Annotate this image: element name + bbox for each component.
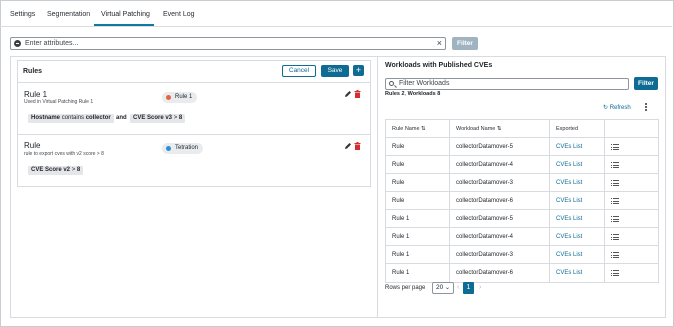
filter-button[interactable]: Filter: [452, 37, 478, 50]
workload-search-input[interactable]: Filter Workloads: [385, 78, 629, 90]
rule-name-cell: Rule: [392, 198, 405, 204]
list-icon[interactable]: [611, 270, 619, 276]
workloads-title: Workloads with Published CVEs: [385, 62, 493, 69]
search-icon: [389, 81, 394, 86]
tab-segmentation[interactable]: Segmentation: [47, 11, 90, 18]
clear-icon[interactable]: ×: [437, 38, 442, 49]
table-row: Rule collectorDatamover-3 CVEs List: [386, 174, 658, 192]
delete-icon[interactable]: [354, 90, 361, 98]
table-row: Rule 1 collectorDatamover-4 CVEs List: [386, 228, 658, 246]
tag-dot-icon: [166, 95, 171, 100]
rule-description: rule to export cves with v2 score > 8: [24, 151, 104, 157]
chevron-down-icon: ⌄: [444, 285, 450, 291]
tag-dot-icon: [166, 146, 171, 151]
tab-virtual-patching[interactable]: Virtual Patching: [101, 11, 150, 18]
condition-chip: CVE Score v3 > 8: [130, 114, 186, 123]
workload-name-cell: collectorDatamover-3: [456, 180, 514, 186]
tab-settings[interactable]: Settings: [10, 11, 35, 18]
table-row: Rule 1 collectorDatamover-3 CVEs List: [386, 246, 658, 264]
tab-bar: Settings Segmentation Virtual Patching E…: [0, 0, 672, 27]
workload-name-cell: collectorDatamover-4: [456, 162, 514, 168]
rule-name-cell: Rule: [392, 162, 405, 168]
column-header-workload-name[interactable]: Workload Name ⇅: [456, 120, 501, 137]
workload-search-placeholder: Filter Workloads: [399, 80, 450, 87]
rule-tag: Rule 1: [162, 92, 198, 103]
rule-description: Used in Virtual Patching Rule 1: [24, 99, 94, 105]
rows-per-page-label: Rows per page: [385, 285, 426, 291]
rules-card-header: [18, 61, 370, 83]
rules-title: Rules: [23, 68, 43, 75]
column-header-rule-name[interactable]: Rule Name ⇅: [392, 120, 426, 137]
more-options-icon[interactable]: [645, 103, 647, 111]
sort-icon: ⇅: [496, 126, 502, 132]
attribute-filter-placeholder: Enter attributes...: [25, 40, 79, 47]
workload-name-cell: collectorDatamover-6: [456, 270, 514, 276]
workload-name-cell: collectorDatamover-5: [456, 144, 514, 150]
condition-chip: Hostname contains collector: [28, 114, 114, 123]
table-row: Rule collectorDatamover-4 CVEs List: [386, 156, 658, 174]
workload-name-cell: collectorDatamover-4: [456, 234, 514, 240]
rule-name: Rule 1: [24, 90, 48, 99]
rule-name-cell: Rule 1: [392, 216, 410, 222]
table-row: Rule 1 collectorDatamover-6 CVEs List: [386, 264, 658, 282]
previous-page-icon[interactable]: ‹: [457, 284, 459, 291]
cves-list-link[interactable]: CVEs List: [556, 138, 582, 155]
workload-name-cell: collectorDatamover-3: [456, 252, 514, 258]
rule-tag-label: Tetration: [175, 145, 199, 151]
cves-list-link[interactable]: CVEs List: [556, 264, 582, 282]
edit-icon[interactable]: [344, 90, 352, 98]
rule-tag: Tetration: [162, 143, 204, 154]
table-row: Rule collectorDatamover-5 CVEs List: [386, 138, 658, 156]
page-1-button[interactable]: 1: [463, 282, 474, 294]
table-row: Rule 1 collectorDatamover-5 CVEs List: [386, 210, 658, 228]
next-page-icon[interactable]: ›: [479, 284, 481, 291]
list-icon[interactable]: [611, 198, 619, 204]
refresh-icon: ↻: [603, 105, 609, 111]
save-button[interactable]: Save: [321, 65, 349, 77]
cves-list-link[interactable]: CVEs List: [556, 156, 582, 173]
cancel-button[interactable]: Cancel: [282, 65, 316, 77]
cves-list-link[interactable]: CVEs List: [556, 174, 582, 191]
rows-per-page-select[interactable]: 20 ⌄: [432, 282, 454, 294]
workload-filter-button[interactable]: Filter: [634, 77, 658, 90]
list-icon[interactable]: [611, 162, 619, 168]
cves-list-link[interactable]: CVEs List: [556, 210, 582, 227]
rule-name-cell: Rule 1: [392, 270, 410, 276]
list-icon[interactable]: [611, 234, 619, 240]
workloads-table: Rule Name ⇅ Workload Name ⇅ Exported Rul…: [385, 119, 659, 283]
edit-icon[interactable]: [344, 142, 352, 150]
filter-icon: [14, 40, 21, 47]
active-tab-indicator: [94, 24, 154, 26]
rule-name-cell: Rule: [392, 144, 405, 150]
rule-divider: [18, 134, 370, 135]
sort-icon: ⇅: [421, 126, 426, 132]
rule-name: Rule: [24, 141, 41, 150]
list-icon[interactable]: [611, 252, 619, 258]
workload-name-cell: collectorDatamover-6: [456, 198, 514, 204]
rule-name-cell: Rule 1: [392, 252, 410, 258]
tab-event-log[interactable]: Event Log: [163, 11, 195, 18]
column-header-exported: Exported: [556, 126, 579, 132]
attribute-filter-input[interactable]: Enter attributes... ×: [10, 37, 446, 50]
table-row: Rule collectorDatamover-6 CVEs List: [386, 192, 658, 210]
cves-list-link[interactable]: CVEs List: [556, 192, 582, 209]
condition-chip: CVE Score v2 > 8: [28, 166, 84, 175]
add-rule-button[interactable]: +: [353, 65, 364, 76]
list-icon[interactable]: [611, 180, 619, 186]
delete-icon[interactable]: [354, 142, 361, 150]
workload-name-cell: collectorDatamover-5: [456, 216, 514, 222]
cves-list-link[interactable]: CVEs List: [556, 228, 582, 245]
list-icon[interactable]: [611, 144, 619, 150]
list-icon[interactable]: [611, 216, 619, 222]
rule-tag-label: Rule 1: [175, 94, 193, 100]
rule-name-cell: Rule 1: [392, 234, 410, 240]
cves-list-link[interactable]: CVEs List: [556, 246, 582, 263]
table-header: Rule Name ⇅ Workload Name ⇅ Exported: [386, 120, 658, 138]
rule-name-cell: Rule: [392, 180, 405, 186]
refresh-button[interactable]: ↻ Refresh: [603, 104, 631, 111]
panel-divider: [377, 56, 378, 318]
result-counts: Rules 2, Workloads 8: [385, 91, 441, 97]
condition-joiner: and: [116, 115, 127, 121]
